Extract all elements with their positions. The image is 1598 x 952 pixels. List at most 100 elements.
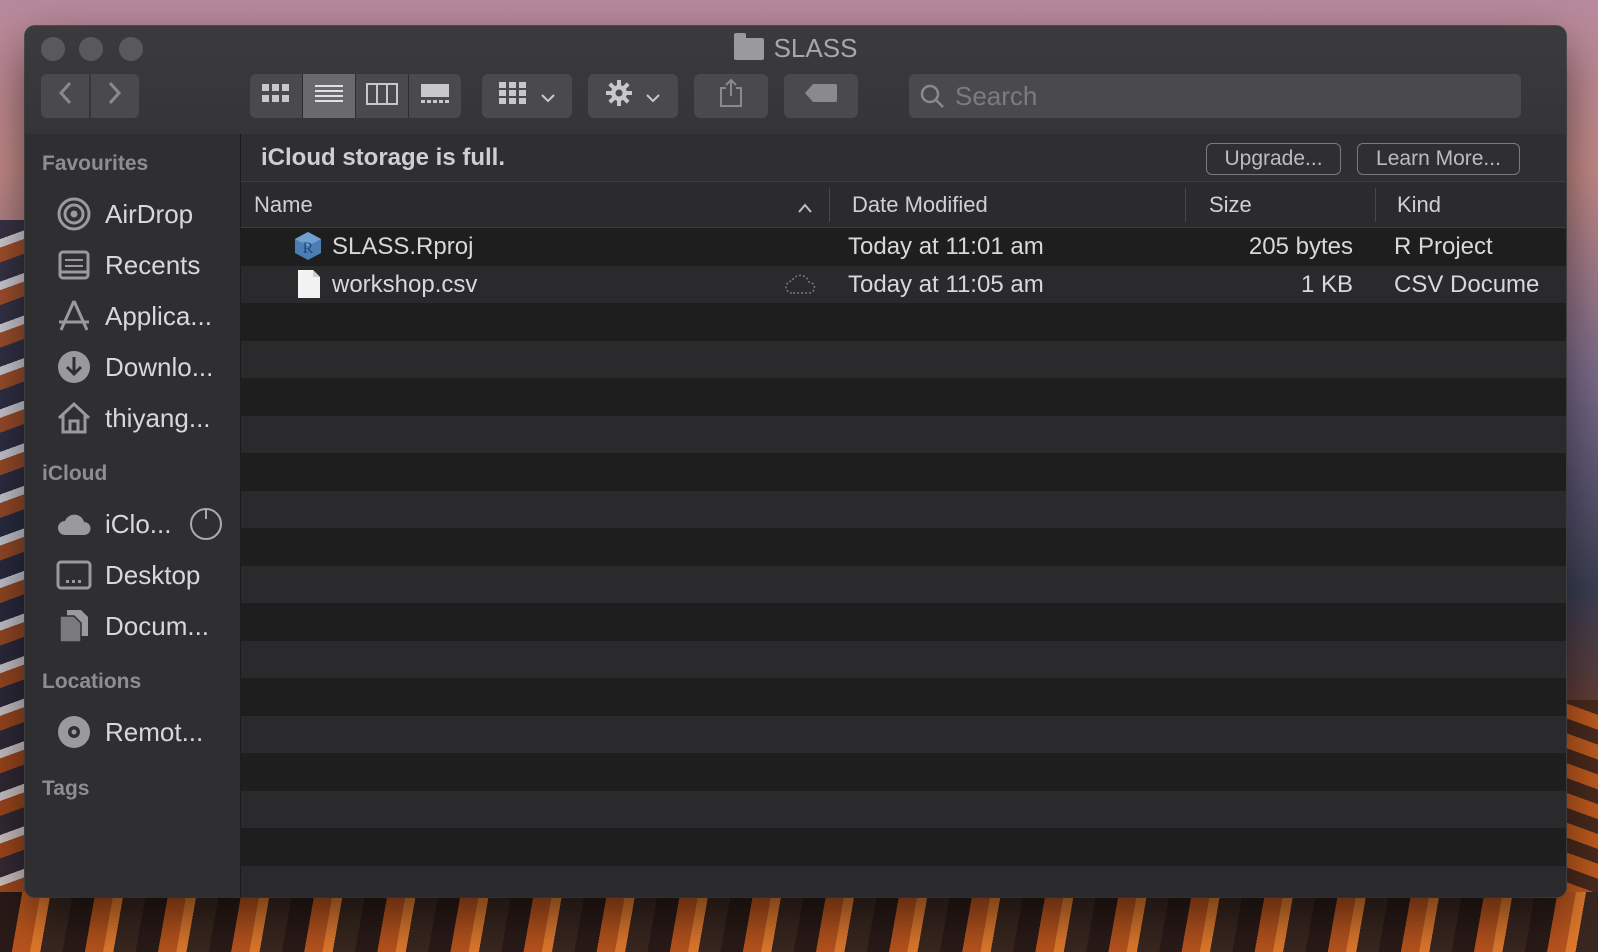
column-header: Name Date Modified Size Kind bbox=[241, 182, 1566, 228]
column-header-kind[interactable]: Kind bbox=[1397, 192, 1441, 218]
sidebar-item-documents[interactable]: Docum... bbox=[55, 606, 235, 646]
sidebar-item-label: iClo... bbox=[105, 508, 172, 539]
sidebar-item-applications[interactable]: Applica... bbox=[55, 296, 235, 336]
sidebar-item-label: Applica... bbox=[105, 300, 212, 331]
sort-ascending-icon bbox=[797, 194, 813, 220]
forward-button[interactable] bbox=[91, 74, 139, 118]
table-row[interactable]: R SLASS.Rproj Today at 11:01 am 205 byte… bbox=[241, 228, 1566, 266]
column-view-button[interactable] bbox=[356, 74, 409, 118]
empty-row bbox=[241, 340, 1566, 378]
sidebar-item-desktop[interactable]: Desktop bbox=[55, 555, 235, 595]
back-button[interactable] bbox=[41, 74, 89, 118]
sidebar-item-icloud-drive[interactable]: iClo... bbox=[55, 504, 235, 544]
column-divider[interactable] bbox=[829, 188, 830, 222]
chevron-right-icon bbox=[108, 81, 122, 111]
column-header-size[interactable]: Size bbox=[1209, 192, 1252, 218]
desktop-wallpaper-bottom bbox=[0, 892, 1598, 952]
empty-row bbox=[241, 603, 1566, 641]
titlebar: SLASS bbox=[25, 26, 1566, 135]
share-icon bbox=[718, 78, 744, 114]
search-input[interactable] bbox=[953, 79, 1497, 113]
gear-icon bbox=[605, 79, 633, 113]
sidebar-item-label: Desktop bbox=[105, 559, 201, 590]
learn-more-button[interactable]: Learn More... bbox=[1357, 143, 1520, 175]
sidebar-heading-locations: Locations bbox=[42, 670, 142, 693]
empty-row bbox=[241, 565, 1566, 603]
columns-icon bbox=[366, 82, 398, 110]
file-date: Today at 11:01 am bbox=[848, 233, 1044, 260]
banner-message: iCloud storage is full. bbox=[261, 144, 506, 171]
empty-row bbox=[241, 790, 1566, 828]
search-icon bbox=[919, 83, 945, 109]
sidebar-heading-favourites: Favourites bbox=[42, 152, 149, 175]
file-name: workshop.csv bbox=[332, 270, 478, 298]
column-divider[interactable] bbox=[1185, 188, 1186, 222]
finder-window: SLASS Search Favourites AirDrop Recents … bbox=[25, 26, 1566, 897]
empty-row bbox=[241, 303, 1566, 341]
sidebar-item-home[interactable]: thiyang... bbox=[55, 398, 235, 438]
empty-row bbox=[241, 453, 1566, 491]
gallery-view-button[interactable] bbox=[409, 74, 461, 118]
desktop-icon bbox=[55, 556, 93, 594]
folder-icon bbox=[733, 32, 764, 60]
action-menu-button[interactable] bbox=[588, 74, 678, 118]
window-title-text: SLASS bbox=[773, 33, 858, 63]
home-icon bbox=[55, 399, 93, 437]
tag-icon bbox=[804, 83, 838, 109]
chevron-down-icon bbox=[540, 83, 556, 109]
sidebar-item-label: Docum... bbox=[105, 610, 210, 641]
recents-icon bbox=[55, 246, 93, 284]
file-browser: iCloud storage is full. Upgrade... Learn… bbox=[241, 134, 1566, 897]
sidebar-item-remote-disc[interactable]: Remot... bbox=[55, 712, 235, 752]
icloud-drive-icon bbox=[55, 505, 93, 543]
tag-button[interactable] bbox=[784, 74, 858, 118]
file-kind: CSV Docume bbox=[1394, 270, 1540, 298]
empty-row bbox=[241, 415, 1566, 453]
sidebar-item-label: AirDrop bbox=[105, 198, 194, 229]
sidebar-heading-tags: Tags bbox=[42, 777, 90, 800]
empty-row bbox=[241, 715, 1566, 753]
file-size: 1 KB bbox=[1300, 270, 1353, 298]
sidebar-item-recents[interactable]: Recents bbox=[55, 245, 235, 285]
chevron-left-icon bbox=[58, 81, 72, 111]
list-icon bbox=[314, 83, 344, 110]
column-header-date[interactable]: Date Modified bbox=[852, 192, 988, 218]
window-title: SLASS bbox=[25, 32, 1566, 64]
upgrade-button[interactable]: Upgrade... bbox=[1206, 143, 1341, 175]
group-grid-icon bbox=[498, 81, 528, 111]
gallery-icon bbox=[419, 83, 451, 110]
svg-text:R: R bbox=[303, 240, 314, 257]
sidebar-item-airdrop[interactable]: AirDrop bbox=[55, 194, 235, 234]
r-project-icon: R bbox=[293, 231, 323, 268]
column-divider[interactable] bbox=[1375, 188, 1376, 222]
file-list: R SLASS.Rproj Today at 11:01 am 205 byte… bbox=[241, 228, 1566, 897]
empty-row bbox=[241, 378, 1566, 416]
icon-grid-icon bbox=[261, 83, 291, 110]
empty-row bbox=[241, 490, 1566, 528]
icloud-storage-banner: iCloud storage is full. Upgrade... Learn… bbox=[241, 134, 1566, 182]
icon-view-button[interactable] bbox=[250, 74, 303, 118]
sidebar-heading-icloud: iCloud bbox=[42, 462, 108, 485]
empty-row bbox=[241, 828, 1566, 866]
sidebar: Favourites AirDrop Recents Applica... Do… bbox=[25, 134, 241, 897]
file-date: Today at 11:05 am bbox=[848, 270, 1044, 298]
group-by-button[interactable] bbox=[482, 74, 572, 118]
empty-row bbox=[241, 865, 1566, 897]
sidebar-item-label: thiyang... bbox=[105, 402, 211, 433]
chevron-down-icon bbox=[645, 83, 661, 109]
sidebar-item-downloads[interactable]: Downlo... bbox=[55, 347, 235, 387]
sidebar-item-label: Downlo... bbox=[105, 351, 214, 382]
empty-row bbox=[241, 678, 1566, 716]
applications-icon bbox=[55, 297, 93, 335]
storage-progress-icon bbox=[189, 507, 223, 541]
share-button[interactable] bbox=[694, 74, 768, 118]
empty-row bbox=[241, 753, 1566, 791]
view-mode-selector bbox=[250, 74, 461, 118]
search-field[interactable] bbox=[909, 74, 1521, 118]
list-view-button[interactable] bbox=[303, 74, 356, 118]
table-row[interactable]: workshop.csv Today at 11:05 am 1 KB CSV … bbox=[241, 265, 1566, 303]
cloud-upload-pending-icon bbox=[784, 272, 818, 303]
column-header-name[interactable]: Name bbox=[254, 192, 313, 218]
documents-icon bbox=[55, 607, 93, 645]
empty-row bbox=[241, 528, 1566, 566]
